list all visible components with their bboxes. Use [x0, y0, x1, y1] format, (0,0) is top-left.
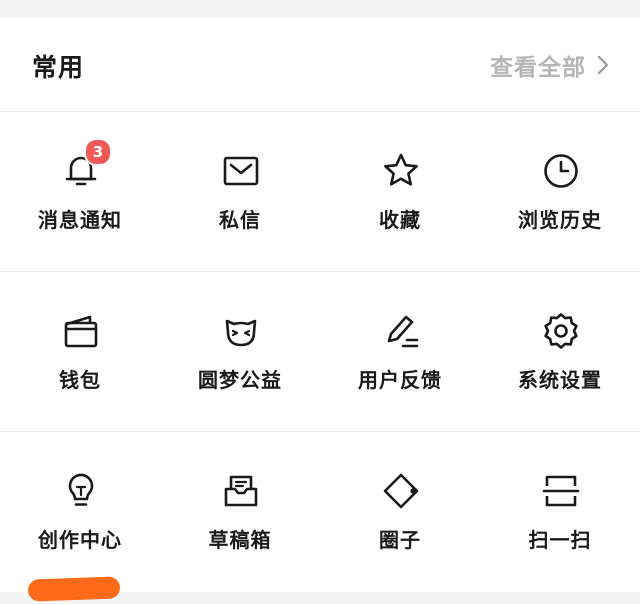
tools-row-2: 钱包 圆梦公益 用户反馈 系统设置	[0, 272, 640, 432]
circle-icon	[382, 472, 420, 510]
grid-item-label: 系统设置	[518, 368, 602, 392]
view-all-label: 查看全部	[490, 55, 586, 81]
section-header: 常用 查看全部	[0, 18, 640, 112]
grid-item-notifications[interactable]: 3 消息通知	[0, 112, 160, 272]
grid-item-wallet[interactable]: 钱包	[0, 272, 160, 432]
grid-item-label: 钱包	[59, 368, 101, 392]
grid-item-label: 圈子	[379, 528, 421, 552]
grid-item-feedback[interactable]: 用户反馈	[320, 272, 480, 432]
tools-row-1: 3 消息通知 私信 收藏 浏览历史	[0, 112, 640, 272]
grid-item-drafts[interactable]: 草稿箱	[160, 432, 320, 592]
lightbulb-icon	[62, 472, 100, 510]
grid-item-label: 扫一扫	[528, 528, 592, 552]
grid-item-circles[interactable]: 圈子	[320, 432, 480, 592]
grid-item-label: 收藏	[379, 208, 421, 232]
view-all-link[interactable]: 查看全部	[490, 48, 610, 82]
scan-icon	[542, 472, 580, 510]
grid-item-settings[interactable]: 系统设置	[480, 272, 640, 432]
grid-item-favorites[interactable]: 收藏	[320, 112, 480, 272]
grid-item-creator-center[interactable]: 创作中心	[0, 432, 160, 602]
section-title: 常用	[32, 53, 85, 82]
grid-item-label: 圆梦公益	[198, 368, 282, 392]
redaction-scribble	[27, 576, 121, 602]
grid-item-label: 创作中心	[38, 528, 122, 552]
common-tools-card: 常用 查看全部 3 消息通知 私信 收藏 浏览历史 钱包 圆梦公益 用户反馈 系…	[0, 18, 640, 602]
grid-item-charity[interactable]: 圆梦公益	[160, 272, 320, 432]
wallet-icon	[62, 312, 100, 350]
draft-box-icon	[222, 472, 260, 510]
tools-row-3: 创作中心 草稿箱 圈子 扫一扫	[0, 432, 640, 602]
envelope-icon	[222, 152, 260, 190]
star-icon	[382, 152, 420, 190]
grid-item-label: 私信	[219, 208, 261, 232]
grid-item-label: 草稿箱	[208, 528, 272, 552]
grid-item-scan[interactable]: 扫一扫	[480, 432, 640, 592]
grid-item-messages[interactable]: 私信	[160, 112, 320, 272]
gear-icon	[542, 312, 580, 350]
pencil-icon	[382, 312, 420, 350]
grid-item-label: 消息通知	[38, 208, 122, 232]
cat-face-icon	[222, 312, 260, 350]
grid-item-history[interactable]: 浏览历史	[480, 112, 640, 272]
grid-item-label: 用户反馈	[358, 368, 442, 392]
chevron-right-icon	[596, 54, 610, 76]
grid-item-label: 浏览历史	[518, 208, 602, 232]
clock-icon	[542, 152, 580, 190]
notification-badge: 3	[84, 138, 112, 166]
